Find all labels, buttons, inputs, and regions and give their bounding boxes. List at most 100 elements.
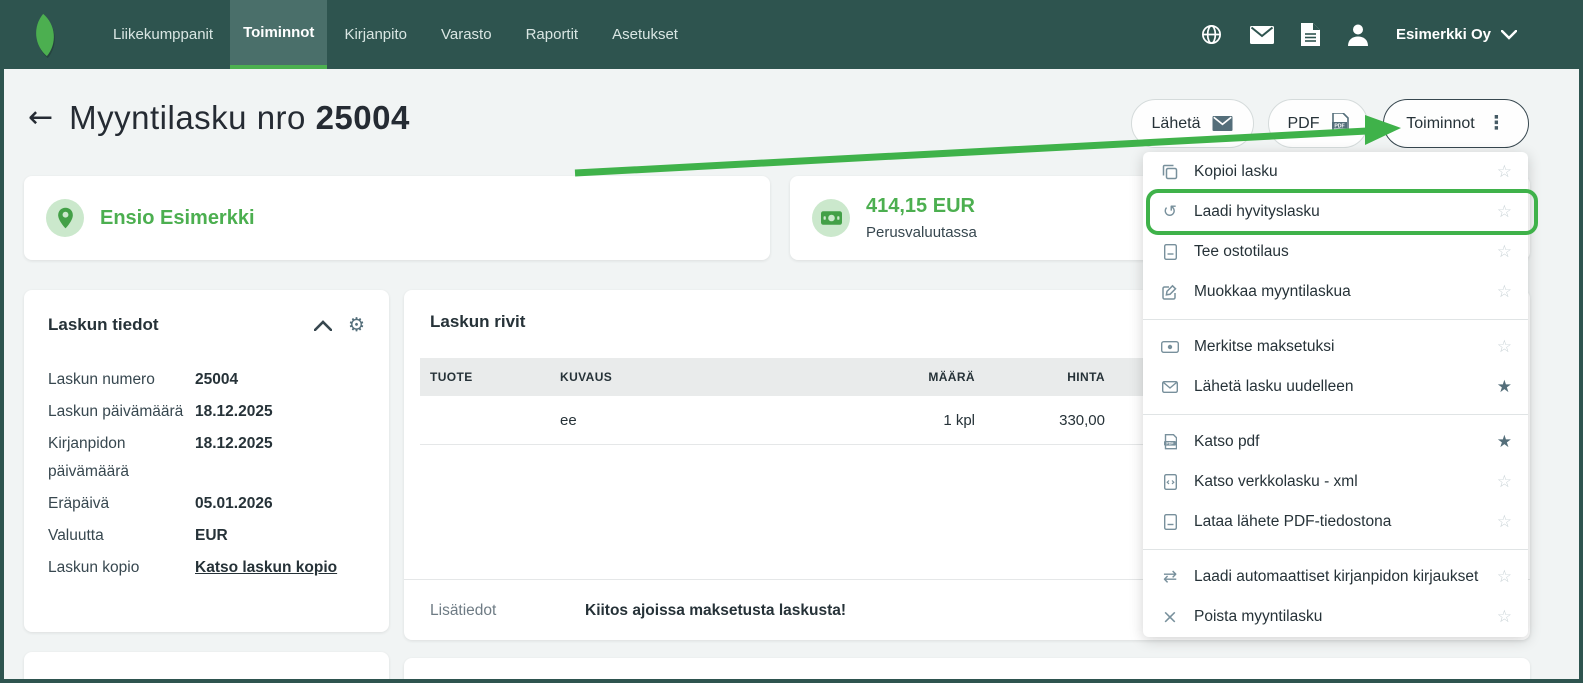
delete-x-icon: × [1159, 606, 1181, 628]
nav-item-raportit[interactable]: Raportit [509, 0, 596, 69]
star-icon[interactable] [1497, 282, 1512, 302]
send-button-label: Lähetä [1152, 115, 1201, 133]
info-label: Laskun kopio [48, 554, 195, 582]
menu-divider [1143, 549, 1528, 550]
menu-item-katso-pdf[interactable]: PDF Katso pdf [1143, 422, 1528, 462]
pdf-file-icon: PDF [1332, 113, 1349, 134]
star-icon-filled[interactable] [1497, 377, 1512, 397]
menu-item-muokkaa-myyntilaskua[interactable]: Muokkaa myyntilaskua [1143, 272, 1528, 312]
top-navigation: Liikekumppanit Toiminnot Kirjanpito Vara… [0, 0, 1583, 69]
menu-item-poista-myyntilasku[interactable]: × Poista myyntilasku [1143, 597, 1528, 637]
menu-item-label: Katso pdf [1194, 433, 1260, 451]
star-icon[interactable] [1497, 162, 1512, 182]
star-icon[interactable] [1497, 567, 1512, 587]
info-value: EUR [195, 522, 228, 550]
info-row: Laskun päivämäärä18.12.2025 [48, 398, 365, 426]
nav-item-varasto[interactable]: Varasto [424, 0, 509, 69]
send-button[interactable]: Lähetä [1131, 99, 1254, 148]
page-title: Myyntilasku nro 25004 [69, 99, 410, 137]
company-selector[interactable]: Esimerkki Oy [1396, 26, 1517, 43]
info-label: Valuutta [48, 522, 195, 550]
info-row: Eräpäivä05.01.2026 [48, 490, 365, 518]
invoice-copy-link[interactable]: Katso laskun kopio [195, 554, 337, 582]
star-icon[interactable] [1497, 202, 1512, 222]
menu-item-laadi-automaattiset-kirjaukset[interactable]: ⇄ Laadi automaattiset kirjanpidon kirjau… [1143, 557, 1528, 597]
star-icon[interactable] [1497, 607, 1512, 627]
app-logo-leaf-icon[interactable] [24, 13, 66, 55]
globe-icon[interactable] [1200, 23, 1223, 46]
star-icon[interactable] [1497, 337, 1512, 357]
edit-icon [1159, 284, 1181, 300]
back-arrow[interactable]: ← [28, 103, 53, 133]
user-icon[interactable] [1347, 23, 1369, 46]
info-value: 25004 [195, 366, 238, 394]
cell-hinta: 330,00 [975, 412, 1105, 429]
info-row: Laskun numero25004 [48, 366, 365, 394]
menu-item-label: Tee ostotilaus [1194, 243, 1289, 261]
envelope-icon [1212, 116, 1233, 131]
info-label: Eräpäivä [48, 490, 195, 518]
invoice-total-caption: Perusvaluutassa [866, 224, 977, 241]
menu-item-tee-ostotilaus[interactable]: Tee ostotilaus [1143, 232, 1528, 272]
menu-item-label: Laadi automaattiset kirjanpidon kirjauks… [1194, 568, 1478, 586]
invoice-info-card: Laskun tiedot ⚙ Laskun numero25004 Lasku… [24, 290, 389, 632]
menu-item-label: Lähetä lasku uudelleen [1194, 378, 1353, 396]
nav-item-kirjanpito[interactable]: Kirjanpito [327, 0, 424, 69]
menu-item-label: Katso verkkolasku - xml [1194, 473, 1358, 491]
menu-item-katso-verkkolasku-xml[interactable]: Katso verkkolasku - xml [1143, 462, 1528, 502]
chevron-down-icon [1501, 30, 1517, 40]
partner-name[interactable]: Ensio Esimerkki [100, 207, 255, 230]
pdf-button[interactable]: PDF PDF [1268, 99, 1368, 148]
menu-item-label: Muokkaa myyntilaskua [1194, 283, 1351, 301]
swap-arrows-icon: ⇄ [1159, 567, 1181, 587]
info-row: ValuuttaEUR [48, 522, 365, 550]
svg-text:PDF: PDF [1166, 442, 1174, 446]
pdf-button-label: PDF [1288, 115, 1320, 133]
xml-file-icon [1159, 474, 1181, 490]
invoice-number: 25004 [316, 99, 410, 136]
extra-info-value: Kiitos ajoissa maksetusta laskusta! [585, 602, 846, 620]
star-icon[interactable] [1497, 512, 1512, 532]
partner-card[interactable]: Ensio Esimerkki [24, 176, 770, 260]
info-value: 05.01.2026 [195, 490, 273, 518]
envelope-icon[interactable] [1250, 26, 1274, 44]
menu-item-merkitse-maksetuksi[interactable]: Merkitse maksetuksi [1143, 327, 1528, 367]
banknote-icon [812, 199, 850, 237]
collapsed-card [404, 658, 1530, 679]
extra-info-label: Lisätiedot [430, 602, 585, 620]
menu-item-label: Laadi hyvityslasku [1194, 203, 1320, 221]
pdf-file-icon: PDF [1159, 434, 1181, 450]
info-label: Kirjanpidon päivämäärä [48, 430, 195, 486]
info-value: 18.12.2025 [195, 430, 273, 486]
actions-button[interactable]: Toiminnot ⋮ [1383, 99, 1529, 148]
collapse-chevron-icon[interactable] [314, 320, 332, 331]
menu-item-label: Merkitse maksetuksi [1194, 338, 1334, 356]
menu-item-label: Kopioi lasku [1194, 163, 1278, 181]
gear-icon[interactable]: ⚙ [348, 314, 365, 336]
menu-item-lataa-lahete-pdf[interactable]: Lataa lähete PDF-tiedostona [1143, 502, 1528, 542]
document-download-icon [1159, 514, 1181, 530]
star-icon-filled[interactable] [1497, 432, 1512, 452]
menu-item-laadi-hyvityslasku[interactable]: ↺ Laadi hyvityslasku [1143, 192, 1528, 232]
nav-item-liikekumppanit[interactable]: Liikekumppanit [96, 0, 230, 69]
undo-icon: ↺ [1159, 202, 1181, 222]
page-title-text: Myyntilasku nro [69, 99, 306, 136]
nav-item-toiminnot[interactable]: Toiminnot [230, 0, 327, 69]
actions-dropdown-menu: Kopioi lasku ↺ Laadi hyvityslasku Tee os… [1143, 152, 1528, 637]
menu-divider [1143, 414, 1528, 415]
document-icon[interactable] [1301, 23, 1320, 46]
menu-item-kopioi-lasku[interactable]: Kopioi lasku [1143, 152, 1528, 192]
info-label: Laskun numero [48, 366, 195, 394]
cell-kuvaus: ee [550, 412, 850, 429]
page-content: ← Myyntilasku nro 25004 Lähetä PDF PDF T… [4, 69, 1579, 679]
actions-button-label: Toiminnot [1406, 115, 1474, 133]
company-name: Esimerkki Oy [1396, 26, 1491, 43]
menu-item-laheta-lasku-uudelleen[interactable]: Lähetä lasku uudelleen [1143, 367, 1528, 407]
star-icon[interactable] [1497, 472, 1512, 492]
invoice-info-title: Laskun tiedot [48, 315, 159, 335]
nav-item-asetukset[interactable]: Asetukset [595, 0, 695, 69]
location-pin-icon [46, 199, 84, 237]
star-icon[interactable] [1497, 242, 1512, 262]
column-header-maara: MÄÄRÄ [850, 370, 975, 384]
info-value: 18.12.2025 [195, 398, 273, 426]
